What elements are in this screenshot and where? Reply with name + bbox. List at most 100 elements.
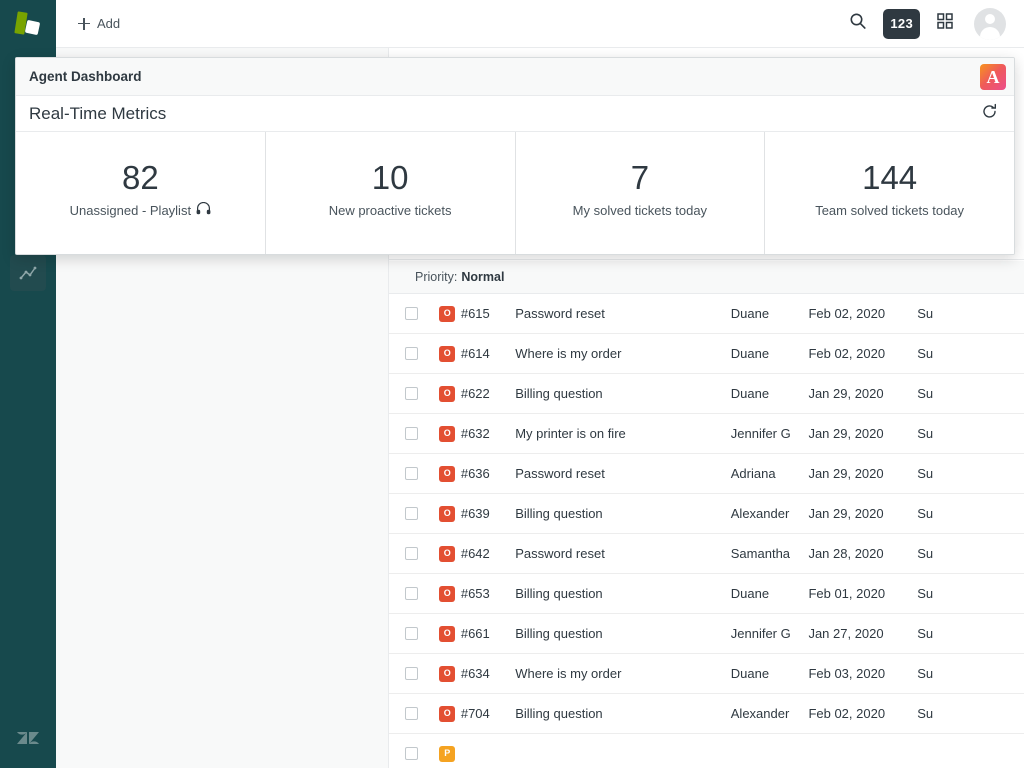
status-badge: O xyxy=(439,305,456,322)
row-checkbox[interactable] xyxy=(389,627,434,640)
zendesk-logo[interactable] xyxy=(10,722,46,758)
table-row[interactable]: O #636 Password reset Adriana Jan 29, 2020 Su xyxy=(389,454,1024,494)
table-row[interactable]: O #642 Password reset Samantha Jan 28, 2020 S… xyxy=(389,534,1024,574)
table-row[interactable]: P xyxy=(389,734,1024,768)
status-badge-cell: O xyxy=(434,425,461,442)
cell-ticket-id: #622 xyxy=(460,386,490,401)
cell-group: Su xyxy=(917,706,934,721)
cell-requester-updated: Feb 02, 2020 xyxy=(808,706,886,721)
cell-ticket-id: #704 xyxy=(460,706,490,721)
sidebar-item-reporting[interactable] xyxy=(10,255,46,291)
metric-card[interactable]: 7 My solved tickets today xyxy=(515,132,766,254)
status-badge: O xyxy=(439,505,456,522)
cell-requester: Alexander xyxy=(730,506,790,521)
metric-label-wrap: New proactive tickets xyxy=(329,203,452,218)
metric-card[interactable]: 144 Team solved tickets today xyxy=(765,132,1014,254)
top-bar: Add 123 xyxy=(56,0,1024,48)
app-root: ID Subject Requester Requester updated G… xyxy=(0,0,1024,768)
row-checkbox[interactable] xyxy=(389,667,434,680)
add-tab-button[interactable]: Add xyxy=(78,16,120,31)
cell-ticket-id: #642 xyxy=(460,546,490,561)
metric-label: Team solved tickets today xyxy=(815,202,965,218)
checkbox-box xyxy=(404,507,418,520)
cell-subject: Billing question xyxy=(515,386,603,401)
table-row[interactable]: O #653 Billing question Duane Feb 01, 2020 Su xyxy=(389,574,1024,614)
cell-requester-updated: Feb 02, 2020 xyxy=(808,346,886,361)
status-badge-cell: O xyxy=(434,345,461,362)
cell-ticket-id: #615 xyxy=(460,306,490,321)
metric-card[interactable]: 10 New proactive tickets xyxy=(265,132,516,254)
table-row[interactable]: O #704 Billing question Alexander Feb 02, 20… xyxy=(389,694,1024,734)
user-avatar[interactable] xyxy=(974,7,1006,40)
refresh-button[interactable] xyxy=(977,102,1001,126)
checkbox-box xyxy=(404,307,418,320)
group-value: Normal xyxy=(461,270,505,284)
cell-subject: Billing question xyxy=(515,586,603,601)
cell-requester: Duane xyxy=(730,586,770,601)
checkbox-box xyxy=(404,667,418,680)
cell-requester: Alexander xyxy=(730,706,790,721)
table-row[interactable]: O #632 My printer is on fire Jennifer G Jan … xyxy=(389,414,1024,454)
checkbox-box xyxy=(404,427,418,440)
status-badge-cell: O xyxy=(434,625,461,642)
cell-ticket-id: #614 xyxy=(460,346,490,361)
status-badge: O xyxy=(439,585,456,602)
apps-button[interactable] xyxy=(928,7,962,41)
metric-card[interactable]: 82 Unassigned - Playlist xyxy=(16,132,266,254)
cell-subject: Where is my order xyxy=(515,346,622,361)
table-row[interactable]: O #639 Billing question Alexander Jan 29, 20… xyxy=(389,494,1024,534)
cell-requester: Adriana xyxy=(730,466,776,481)
search-button[interactable] xyxy=(841,7,875,41)
status-badge-cell: O xyxy=(434,305,461,322)
row-checkbox[interactable] xyxy=(389,387,434,400)
checkbox-box xyxy=(404,627,418,640)
status-badge-cell: O xyxy=(434,545,461,562)
row-checkbox[interactable] xyxy=(389,307,434,320)
table-row[interactable]: O #661 Billing question Jennifer G Jan 27, 2… xyxy=(389,614,1024,654)
checkbox-box xyxy=(404,547,418,560)
row-checkbox[interactable] xyxy=(389,347,434,360)
table-row[interactable]: O #615 Password reset Duane Feb 02, 2020 Su xyxy=(389,294,1024,334)
status-badge: O xyxy=(439,625,456,642)
status-badge: O xyxy=(439,345,456,362)
table-row[interactable]: O #614 Where is my order Duane Feb 02, 2020 S… xyxy=(389,334,1024,374)
status-badge-cell: O xyxy=(434,505,461,522)
add-tab-label: Add xyxy=(97,16,121,31)
row-checkbox[interactable] xyxy=(389,507,434,520)
table-row[interactable]: O #634 Where is my order Duane Feb 03, 2020 S… xyxy=(389,654,1024,694)
row-checkbox[interactable] xyxy=(389,747,434,760)
refresh-icon xyxy=(981,103,998,125)
cell-requester: Samantha xyxy=(730,546,791,561)
cell-ticket-id: #639 xyxy=(460,506,490,521)
row-checkbox[interactable] xyxy=(389,467,434,480)
metric-label: New proactive tickets xyxy=(328,202,452,218)
row-checkbox[interactable] xyxy=(389,707,434,720)
cell-requester-updated: Jan 29, 2020 xyxy=(808,386,884,401)
cell-requester: Duane xyxy=(730,386,770,401)
plus-icon xyxy=(78,17,90,30)
cell-group: Su xyxy=(917,466,934,481)
analytics-icon xyxy=(18,263,38,283)
cell-subject: Password reset xyxy=(515,306,605,321)
ticket-count-badge[interactable]: 123 xyxy=(883,8,920,39)
overlay-subheader: Real-Time Metrics xyxy=(16,96,1014,132)
checkbox-box xyxy=(404,467,418,480)
status-badge: O xyxy=(439,545,456,562)
product-logo[interactable] xyxy=(0,0,56,48)
row-checkbox[interactable] xyxy=(389,587,434,600)
status-badge: O xyxy=(439,705,456,722)
checkbox-box xyxy=(404,387,418,400)
cell-requester-updated: Jan 29, 2020 xyxy=(808,466,884,481)
cell-group: Su xyxy=(917,386,934,401)
table-row[interactable]: O #622 Billing question Duane Jan 29, 2020 Su xyxy=(389,374,1024,414)
overlay-title: Agent Dashboard xyxy=(29,69,142,84)
metric-value: 82 xyxy=(122,158,159,196)
row-checkbox[interactable] xyxy=(389,547,434,560)
cell-group: Su xyxy=(917,666,934,681)
cell-group: Su xyxy=(917,546,934,561)
cell-requester: Jennifer G xyxy=(730,426,791,441)
row-checkbox[interactable] xyxy=(389,427,434,440)
status-badge: O xyxy=(439,385,456,402)
status-badge-cell: O xyxy=(434,665,461,682)
cell-requester: Duane xyxy=(730,666,770,681)
